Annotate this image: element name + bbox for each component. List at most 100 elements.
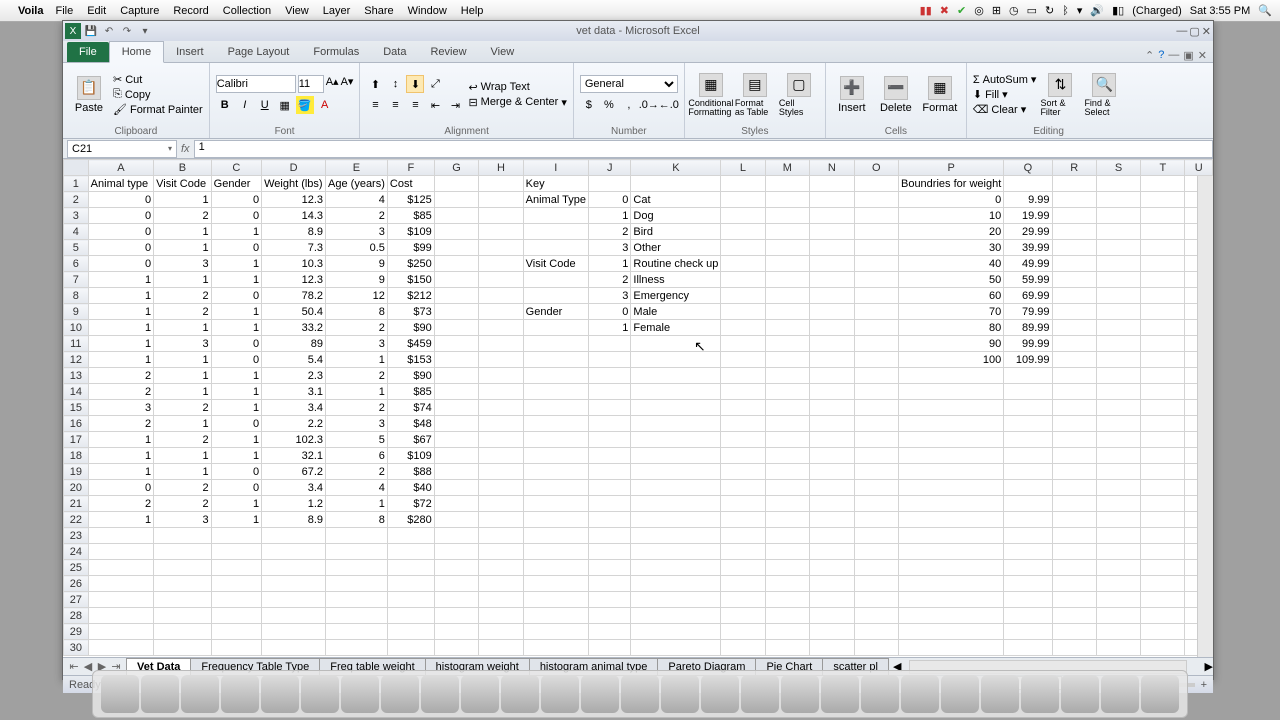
cell-S27[interactable] [1096, 592, 1140, 608]
cell-Q4[interactable]: 29.99 [1004, 224, 1052, 240]
row-header-11[interactable]: 11 [64, 336, 89, 352]
col-header-N[interactable]: N [810, 160, 854, 176]
cell-K2[interactable]: Cat [631, 192, 721, 208]
cell-Q10[interactable]: 89.99 [1004, 320, 1052, 336]
cell-C24[interactable] [211, 544, 261, 560]
cell-R18[interactable] [1052, 448, 1096, 464]
cell-D16[interactable]: 2.2 [262, 416, 326, 432]
cell-O15[interactable] [854, 400, 898, 416]
align-right-icon[interactable]: ≡ [406, 96, 424, 114]
cell-D12[interactable]: 5.4 [262, 352, 326, 368]
tab-formulas[interactable]: Formulas [301, 42, 371, 62]
row-header-10[interactable]: 10 [64, 320, 89, 336]
cell-H10[interactable] [479, 320, 523, 336]
cell-Q6[interactable]: 49.99 [1004, 256, 1052, 272]
shrink-font-icon[interactable]: A▾ [341, 75, 354, 93]
dock-app-icon[interactable] [141, 675, 179, 713]
cell-R21[interactable] [1052, 496, 1096, 512]
cell-G23[interactable] [434, 528, 478, 544]
cell-B7[interactable]: 1 [154, 272, 212, 288]
pause-icon[interactable]: ▮▮ [920, 4, 932, 17]
cell-G11[interactable] [434, 336, 478, 352]
cell-H16[interactable] [479, 416, 523, 432]
cell-K21[interactable] [631, 496, 721, 512]
select-all-cell[interactable] [64, 160, 89, 176]
cell-R11[interactable] [1052, 336, 1096, 352]
bold-button[interactable]: B [216, 96, 234, 114]
cell-N16[interactable] [810, 416, 854, 432]
dock-app-icon[interactable] [981, 675, 1019, 713]
app-name[interactable]: Voila [18, 5, 43, 17]
row-header-3[interactable]: 3 [64, 208, 89, 224]
cell-T23[interactable] [1141, 528, 1185, 544]
cell-M20[interactable] [765, 480, 810, 496]
increase-indent-icon[interactable]: ⇥ [446, 96, 464, 114]
cell-O3[interactable] [854, 208, 898, 224]
cell-R17[interactable] [1052, 432, 1096, 448]
cell-C14[interactable]: 1 [211, 384, 261, 400]
cell-D7[interactable]: 12.3 [262, 272, 326, 288]
cell-D27[interactable] [262, 592, 326, 608]
cell-S5[interactable] [1096, 240, 1140, 256]
cell-F13[interactable]: $90 [387, 368, 434, 384]
cell-S16[interactable] [1096, 416, 1140, 432]
cell-P16[interactable] [898, 416, 1003, 432]
dock-app-icon[interactable] [341, 675, 379, 713]
cell-L6[interactable] [721, 256, 765, 272]
cell-F2[interactable]: $125 [387, 192, 434, 208]
cell-Q22[interactable] [1004, 512, 1052, 528]
cell-H25[interactable] [479, 560, 523, 576]
cell-M7[interactable] [765, 272, 810, 288]
cell-J28[interactable] [588, 608, 630, 624]
cell-B29[interactable] [154, 624, 212, 640]
cell-P23[interactable] [898, 528, 1003, 544]
cell-T13[interactable] [1141, 368, 1185, 384]
cell-J9[interactable]: 0 [588, 304, 630, 320]
cell-B25[interactable] [154, 560, 212, 576]
cell-A29[interactable] [88, 624, 153, 640]
cell-Q21[interactable] [1004, 496, 1052, 512]
italic-button[interactable]: I [236, 96, 254, 114]
col-header-K[interactable]: K [631, 160, 721, 176]
cell-G14[interactable] [434, 384, 478, 400]
cell-F26[interactable] [387, 576, 434, 592]
cell-B10[interactable]: 1 [154, 320, 212, 336]
cell-D9[interactable]: 50.4 [262, 304, 326, 320]
cell-L14[interactable] [721, 384, 765, 400]
cell-H3[interactable] [479, 208, 523, 224]
cell-L12[interactable] [721, 352, 765, 368]
cell-P5[interactable]: 30 [898, 240, 1003, 256]
tab-page-layout[interactable]: Page Layout [216, 42, 302, 62]
dock-trash-icon[interactable] [1141, 675, 1179, 713]
cell-B3[interactable]: 2 [154, 208, 212, 224]
cell-Q2[interactable]: 9.99 [1004, 192, 1052, 208]
menu-edit[interactable]: Edit [87, 5, 106, 17]
dock-app-icon[interactable] [581, 675, 619, 713]
cell-J10[interactable]: 1 [588, 320, 630, 336]
cell-O1[interactable] [854, 176, 898, 192]
cell-P17[interactable] [898, 432, 1003, 448]
cell-N21[interactable] [810, 496, 854, 512]
cell-Q14[interactable] [1004, 384, 1052, 400]
cell-F5[interactable]: $99 [387, 240, 434, 256]
cell-L15[interactable] [721, 400, 765, 416]
cell-L28[interactable] [721, 608, 765, 624]
cell-H1[interactable] [479, 176, 523, 192]
cell-Q12[interactable]: 109.99 [1004, 352, 1052, 368]
cell-L25[interactable] [721, 560, 765, 576]
delete-button[interactable]: ➖Delete [876, 76, 916, 114]
cell-R20[interactable] [1052, 480, 1096, 496]
dock-finder-icon[interactable] [101, 675, 139, 713]
align-left-icon[interactable]: ≡ [366, 96, 384, 114]
cell-I20[interactable] [523, 480, 588, 496]
cell-L7[interactable] [721, 272, 765, 288]
cell-R7[interactable] [1052, 272, 1096, 288]
cell-C23[interactable] [211, 528, 261, 544]
cell-L23[interactable] [721, 528, 765, 544]
cell-T30[interactable] [1141, 640, 1185, 656]
cell-G7[interactable] [434, 272, 478, 288]
format-button[interactable]: ▦Format [920, 76, 960, 114]
col-header-B[interactable]: B [154, 160, 212, 176]
col-header-O[interactable]: O [854, 160, 898, 176]
cell-E25[interactable] [326, 560, 388, 576]
